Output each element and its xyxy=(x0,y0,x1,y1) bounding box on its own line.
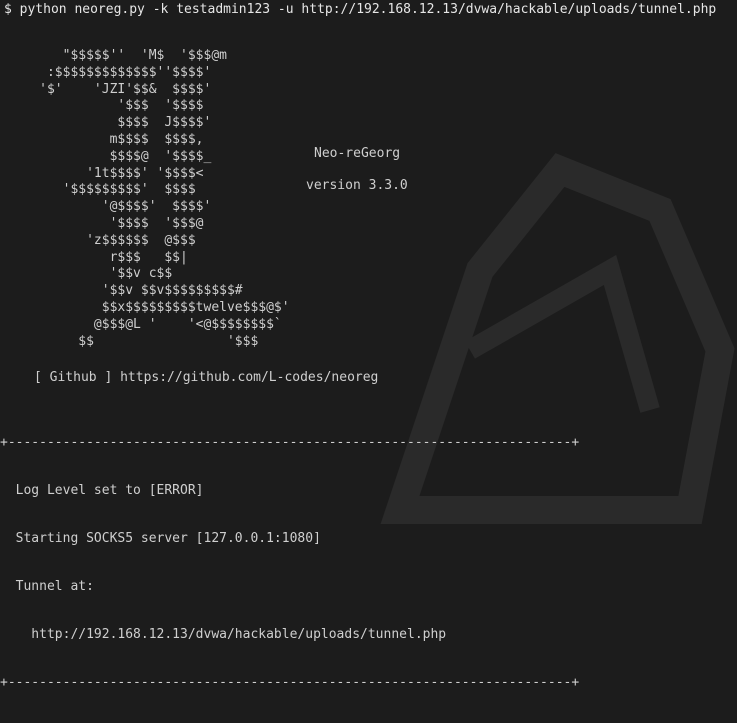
tool-version: version 3.3.0 xyxy=(306,178,408,193)
socks-server-line: Starting SOCKS5 server [127.0.0.1:1080] xyxy=(0,531,321,546)
ascii-art-line: '$$$$$$$$$' $$$$ xyxy=(0,182,196,198)
ascii-art-line: "$$$$$'' 'M$ '$$$@m xyxy=(0,48,227,63)
ascii-art-line: @$$$@L ' '<@$$$$$$$$` xyxy=(0,316,282,332)
ascii-art-line: r$$$ $$| xyxy=(0,249,188,265)
tool-name: Neo-reGeorg xyxy=(314,146,401,161)
status-box: +---------------------------------------… xyxy=(0,403,579,723)
ascii-art-line: $$$$@ '$$$$_ xyxy=(0,148,212,164)
command-line: $ python neoreg.py -k testadmin123 -u ht… xyxy=(4,2,716,18)
box-border-top: +---------------------------------------… xyxy=(0,435,580,450)
ascii-art-logo: "$$$$$'' 'M$ '$$$@m :$$$$$$$$$$$$$''$$$$… xyxy=(0,48,290,350)
github-link-line: [ Github ] https://github.com/L-codes/ne… xyxy=(34,370,379,385)
terminal-window[interactable]: $ python neoreg.py -k testadmin123 -u ht… xyxy=(0,0,737,690)
tunnel-url-line: http://192.168.12.13/dvwa/hackable/uploa… xyxy=(0,627,447,642)
ascii-art-line: '@$$$$' $$$$' xyxy=(0,199,212,215)
ascii-art-line: '$$$$ '$$$@ xyxy=(0,215,204,231)
tunnel-label-line: Tunnel at: xyxy=(0,579,94,594)
ascii-art-line: '1t$$$$' '$$$$< xyxy=(0,165,204,181)
ascii-art-line: '$$v c$$ xyxy=(0,266,173,282)
ascii-art-line: :$$$$$$$$$$$$$''$$$$' xyxy=(0,64,212,80)
ascii-art-line: $$x$$$$$$$$$twelve$$$@$' xyxy=(0,299,290,315)
log-level-line: Log Level set to [ERROR] xyxy=(0,483,204,498)
ascii-art-line: '$' 'JZI'$$& $$$$' xyxy=(0,81,212,97)
ascii-art-line: $$$$ J$$$$' xyxy=(0,115,212,131)
prompt-symbol: $ xyxy=(4,2,12,17)
command-text: python neoreg.py -k testadmin123 -u http… xyxy=(19,2,717,17)
ascii-art-line: m$$$$ $$$$, xyxy=(0,131,204,147)
ascii-art-line: 'z$$$$$$ @$$$ xyxy=(0,232,196,248)
ascii-art-line: '$$$ '$$$$ xyxy=(0,98,204,114)
ascii-art-line: '$$v $$v$$$$$$$$$# xyxy=(0,283,243,299)
box-border-bottom: +---------------------------------------… xyxy=(0,675,580,690)
ascii-art-line: $$ '$$$ xyxy=(0,333,259,349)
